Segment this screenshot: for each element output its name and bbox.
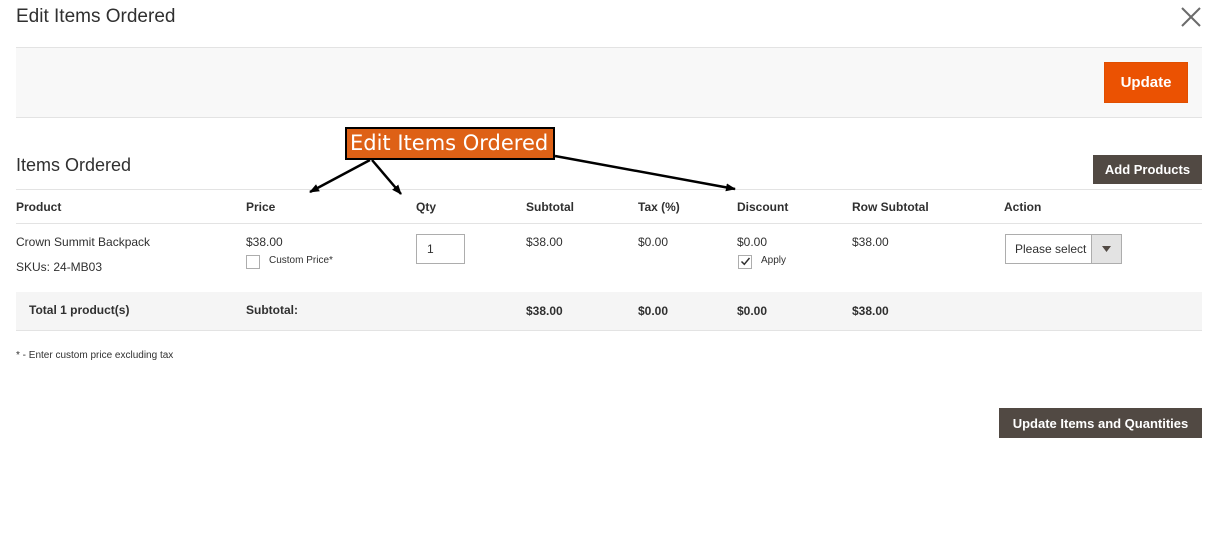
column-header-discount: Discount [737, 200, 789, 214]
item-subtotal: $38.00 [526, 235, 563, 249]
arrow-to-discount [554, 154, 736, 192]
section-title: Items Ordered [16, 155, 132, 175]
modal-title: Edit Items Ordered [16, 6, 176, 27]
product-name: Crown Summit Backpack [16, 235, 151, 249]
total-products: Total 1 product(s) [29, 303, 130, 317]
custom-price-label: Custom Price* [269, 255, 333, 266]
chevron-down-icon [1102, 246, 1111, 252]
footer-discount: $0.00 [737, 304, 768, 318]
page-actions-bar: Update [16, 47, 1202, 118]
close-button[interactable] [1178, 4, 1204, 30]
custom-price-note: * - Enter custom price excluding tax [16, 350, 174, 361]
arrow-to-price [309, 158, 371, 194]
footer-tax: $0.00 [638, 304, 669, 318]
column-header-product: Product [16, 200, 62, 214]
items-table: Product Price Qty Subtotal Tax (%) Disco… [16, 189, 1202, 331]
column-header-row-subtotal: Row Subtotal [852, 200, 929, 214]
column-header-price: Price [246, 200, 276, 214]
footer-subtotal-label: Subtotal: [246, 303, 298, 317]
table-footer: Total 1 product(s) Subtotal: $38.00 $0.0… [16, 292, 1202, 331]
apply-discount-label: Apply [761, 255, 787, 266]
footer-subtotal: $38.00 [526, 304, 563, 318]
column-header-subtotal: Subtotal [526, 200, 574, 214]
item-discount: $0.00 [737, 235, 768, 249]
check-icon [740, 257, 751, 266]
custom-price-checkbox[interactable] [246, 255, 260, 269]
item-row-subtotal: $38.00 [852, 235, 889, 249]
column-header-qty: Qty [416, 200, 437, 214]
action-select[interactable]: Please select [1005, 234, 1122, 264]
item-tax: $0.00 [638, 235, 669, 249]
table-header: Product Price Qty Subtotal Tax (%) Disco… [16, 189, 1202, 224]
qty-input[interactable] [416, 234, 465, 264]
item-price: $38.00 [246, 235, 283, 249]
update-items-button[interactable]: Update Items and Quantities [999, 408, 1202, 438]
close-icon [1181, 7, 1201, 27]
update-button[interactable]: Update [1104, 62, 1188, 103]
select-arrow [1091, 235, 1121, 263]
product-sku: SKUs: 24-MB03 [16, 260, 103, 274]
footer-row-subtotal: $38.00 [852, 304, 889, 318]
apply-discount-checkbox[interactable] [738, 255, 752, 269]
annotation-label: Edit Items Ordered [345, 127, 555, 160]
table-row: Crown Summit Backpack SKUs: 24-MB03 $38.… [16, 224, 1202, 292]
action-select-value: Please select [1015, 242, 1087, 256]
add-products-button[interactable]: Add Products [1093, 155, 1202, 184]
column-header-tax: Tax (%) [638, 200, 680, 214]
column-header-action: Action [1004, 200, 1042, 214]
